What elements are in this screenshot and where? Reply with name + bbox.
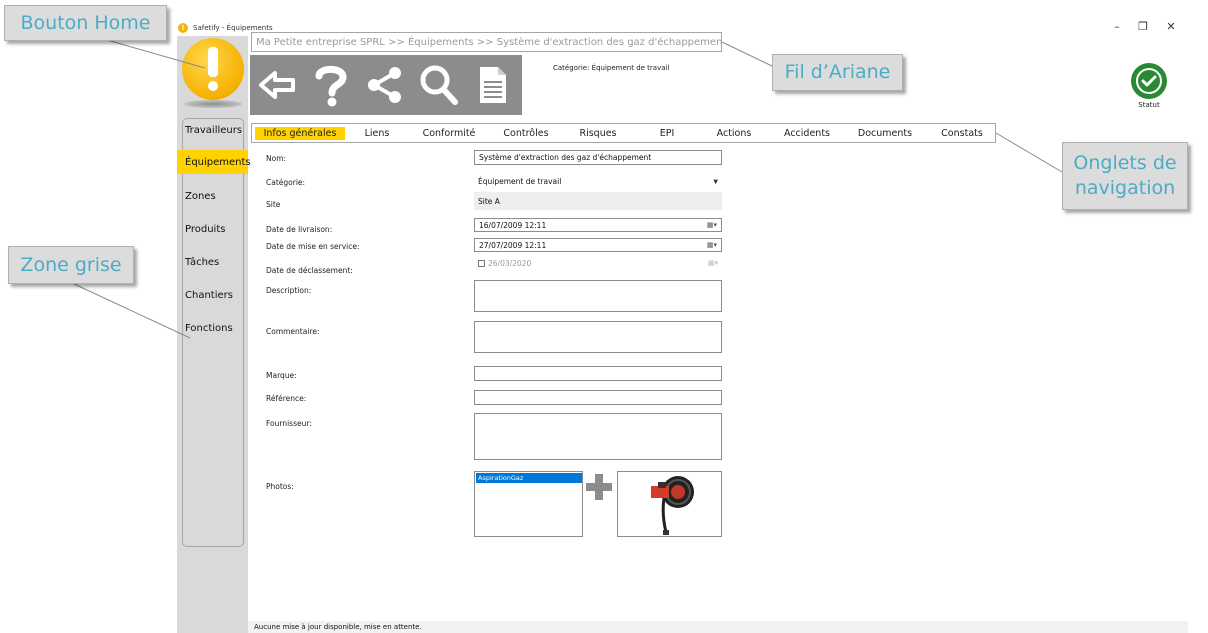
callout-lines bbox=[71, 37, 1063, 339]
app-window: ! Safetify - Équipements – ❐ ✕ Travaille… bbox=[0, 0, 1208, 633]
callout-home: Bouton Home bbox=[4, 5, 167, 41]
callout-grey-zone: Zone grise bbox=[8, 246, 134, 284]
callout-tabs: Onglets de navigation bbox=[1062, 142, 1188, 210]
callout-breadcrumb: Fil d’Ariane bbox=[772, 54, 903, 91]
